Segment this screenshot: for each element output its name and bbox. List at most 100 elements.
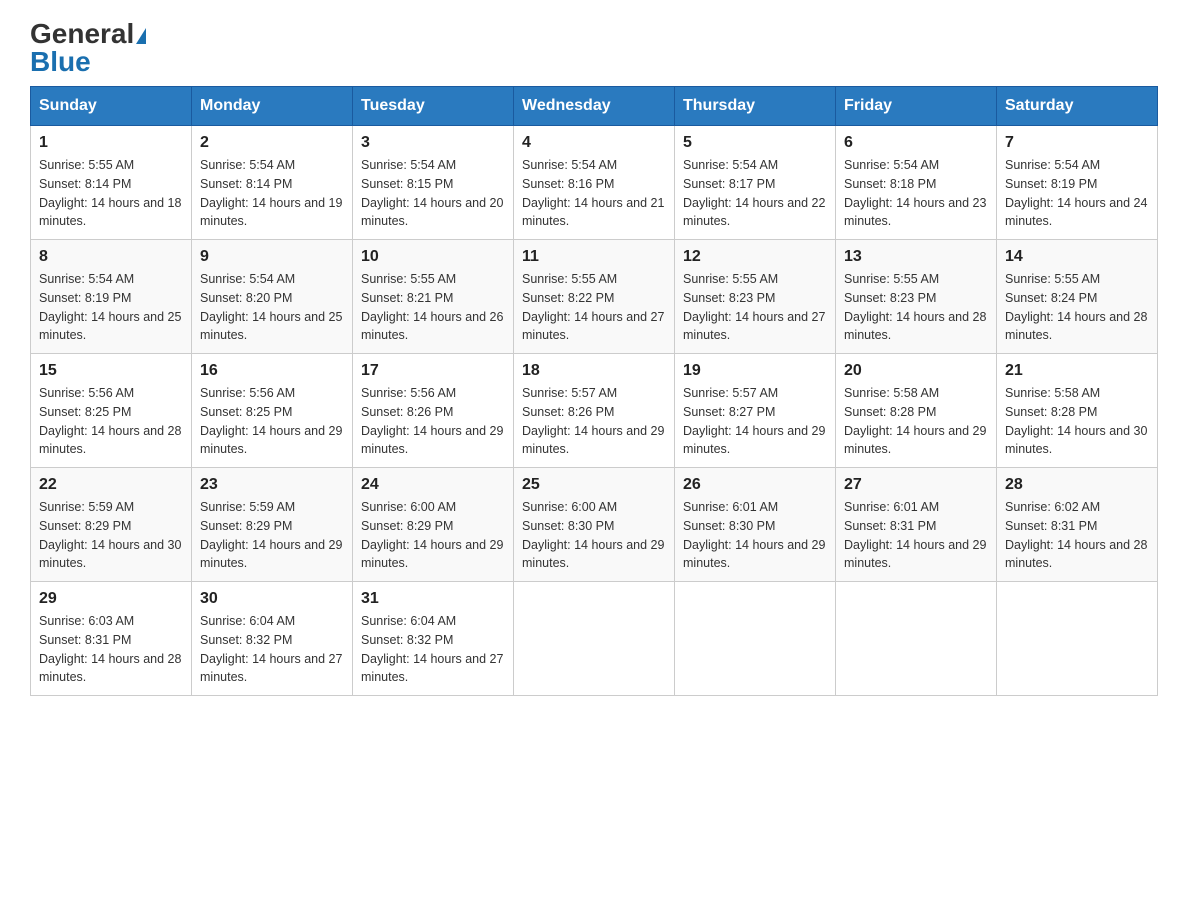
day-info: Sunrise: 5:54 AMSunset: 8:15 PMDaylight:… xyxy=(361,158,503,228)
day-info: Sunrise: 5:54 AMSunset: 8:16 PMDaylight:… xyxy=(522,158,664,228)
day-number: 6 xyxy=(844,134,988,152)
logo-general-text: General xyxy=(30,20,146,48)
calendar-cell: 15 Sunrise: 5:56 AMSunset: 8:25 PMDaylig… xyxy=(31,354,192,468)
day-info: Sunrise: 5:54 AMSunset: 8:19 PMDaylight:… xyxy=(1005,158,1147,228)
day-number: 21 xyxy=(1005,362,1149,380)
day-number: 28 xyxy=(1005,476,1149,494)
calendar-cell: 12 Sunrise: 5:55 AMSunset: 8:23 PMDaylig… xyxy=(675,240,836,354)
day-info: Sunrise: 5:55 AMSunset: 8:24 PMDaylight:… xyxy=(1005,272,1147,342)
calendar-week-row: 15 Sunrise: 5:56 AMSunset: 8:25 PMDaylig… xyxy=(31,354,1158,468)
day-info: Sunrise: 5:58 AMSunset: 8:28 PMDaylight:… xyxy=(1005,386,1147,456)
calendar-cell: 21 Sunrise: 5:58 AMSunset: 8:28 PMDaylig… xyxy=(997,354,1158,468)
day-info: Sunrise: 5:55 AMSunset: 8:23 PMDaylight:… xyxy=(683,272,825,342)
day-number: 14 xyxy=(1005,248,1149,266)
weekday-header-row: SundayMondayTuesdayWednesdayThursdayFrid… xyxy=(31,87,1158,126)
calendar-cell: 27 Sunrise: 6:01 AMSunset: 8:31 PMDaylig… xyxy=(836,468,997,582)
day-info: Sunrise: 5:54 AMSunset: 8:20 PMDaylight:… xyxy=(200,272,342,342)
day-number: 17 xyxy=(361,362,505,380)
day-number: 8 xyxy=(39,248,183,266)
day-info: Sunrise: 6:00 AMSunset: 8:30 PMDaylight:… xyxy=(522,500,664,570)
calendar-cell: 9 Sunrise: 5:54 AMSunset: 8:20 PMDayligh… xyxy=(192,240,353,354)
calendar-cell xyxy=(514,582,675,696)
calendar-cell: 6 Sunrise: 5:54 AMSunset: 8:18 PMDayligh… xyxy=(836,126,997,240)
day-number: 5 xyxy=(683,134,827,152)
calendar-cell: 23 Sunrise: 5:59 AMSunset: 8:29 PMDaylig… xyxy=(192,468,353,582)
weekday-header-monday: Monday xyxy=(192,87,353,126)
calendar-week-row: 22 Sunrise: 5:59 AMSunset: 8:29 PMDaylig… xyxy=(31,468,1158,582)
calendar-cell xyxy=(997,582,1158,696)
day-number: 27 xyxy=(844,476,988,494)
day-number: 31 xyxy=(361,590,505,608)
calendar-cell: 14 Sunrise: 5:55 AMSunset: 8:24 PMDaylig… xyxy=(997,240,1158,354)
day-number: 3 xyxy=(361,134,505,152)
calendar-cell: 24 Sunrise: 6:00 AMSunset: 8:29 PMDaylig… xyxy=(353,468,514,582)
day-number: 11 xyxy=(522,248,666,266)
calendar-cell: 26 Sunrise: 6:01 AMSunset: 8:30 PMDaylig… xyxy=(675,468,836,582)
weekday-header-tuesday: Tuesday xyxy=(353,87,514,126)
logo-triangle-icon xyxy=(136,28,146,44)
page-header: General Blue xyxy=(30,20,1158,76)
day-number: 12 xyxy=(683,248,827,266)
day-number: 2 xyxy=(200,134,344,152)
calendar-cell: 16 Sunrise: 5:56 AMSunset: 8:25 PMDaylig… xyxy=(192,354,353,468)
calendar-cell: 22 Sunrise: 5:59 AMSunset: 8:29 PMDaylig… xyxy=(31,468,192,582)
calendar-cell: 11 Sunrise: 5:55 AMSunset: 8:22 PMDaylig… xyxy=(514,240,675,354)
calendar-cell: 4 Sunrise: 5:54 AMSunset: 8:16 PMDayligh… xyxy=(514,126,675,240)
calendar-cell: 20 Sunrise: 5:58 AMSunset: 8:28 PMDaylig… xyxy=(836,354,997,468)
calendar-cell: 31 Sunrise: 6:04 AMSunset: 8:32 PMDaylig… xyxy=(353,582,514,696)
day-number: 10 xyxy=(361,248,505,266)
day-info: Sunrise: 6:03 AMSunset: 8:31 PMDaylight:… xyxy=(39,614,181,684)
logo: General Blue xyxy=(30,20,146,76)
day-info: Sunrise: 5:55 AMSunset: 8:21 PMDaylight:… xyxy=(361,272,503,342)
day-info: Sunrise: 6:04 AMSunset: 8:32 PMDaylight:… xyxy=(200,614,342,684)
weekday-header-friday: Friday xyxy=(836,87,997,126)
logo-blue-text: Blue xyxy=(30,48,91,76)
day-info: Sunrise: 5:59 AMSunset: 8:29 PMDaylight:… xyxy=(39,500,181,570)
day-number: 15 xyxy=(39,362,183,380)
day-info: Sunrise: 5:55 AMSunset: 8:23 PMDaylight:… xyxy=(844,272,986,342)
calendar-cell: 1 Sunrise: 5:55 AMSunset: 8:14 PMDayligh… xyxy=(31,126,192,240)
day-info: Sunrise: 5:54 AMSunset: 8:18 PMDaylight:… xyxy=(844,158,986,228)
day-info: Sunrise: 5:55 AMSunset: 8:22 PMDaylight:… xyxy=(522,272,664,342)
calendar-week-row: 29 Sunrise: 6:03 AMSunset: 8:31 PMDaylig… xyxy=(31,582,1158,696)
calendar-cell: 18 Sunrise: 5:57 AMSunset: 8:26 PMDaylig… xyxy=(514,354,675,468)
day-info: Sunrise: 6:00 AMSunset: 8:29 PMDaylight:… xyxy=(361,500,503,570)
day-number: 1 xyxy=(39,134,183,152)
day-number: 30 xyxy=(200,590,344,608)
calendar-cell: 10 Sunrise: 5:55 AMSunset: 8:21 PMDaylig… xyxy=(353,240,514,354)
calendar-cell: 30 Sunrise: 6:04 AMSunset: 8:32 PMDaylig… xyxy=(192,582,353,696)
weekday-header-saturday: Saturday xyxy=(997,87,1158,126)
day-number: 20 xyxy=(844,362,988,380)
calendar-cell: 29 Sunrise: 6:03 AMSunset: 8:31 PMDaylig… xyxy=(31,582,192,696)
day-number: 25 xyxy=(522,476,666,494)
day-number: 13 xyxy=(844,248,988,266)
day-number: 29 xyxy=(39,590,183,608)
day-info: Sunrise: 5:54 AMSunset: 8:19 PMDaylight:… xyxy=(39,272,181,342)
calendar-cell: 13 Sunrise: 5:55 AMSunset: 8:23 PMDaylig… xyxy=(836,240,997,354)
day-info: Sunrise: 5:56 AMSunset: 8:26 PMDaylight:… xyxy=(361,386,503,456)
day-info: Sunrise: 5:55 AMSunset: 8:14 PMDaylight:… xyxy=(39,158,181,228)
calendar-cell: 5 Sunrise: 5:54 AMSunset: 8:17 PMDayligh… xyxy=(675,126,836,240)
day-info: Sunrise: 5:57 AMSunset: 8:26 PMDaylight:… xyxy=(522,386,664,456)
calendar-cell: 7 Sunrise: 5:54 AMSunset: 8:19 PMDayligh… xyxy=(997,126,1158,240)
day-number: 18 xyxy=(522,362,666,380)
calendar-cell xyxy=(675,582,836,696)
day-info: Sunrise: 5:56 AMSunset: 8:25 PMDaylight:… xyxy=(39,386,181,456)
calendar-cell: 25 Sunrise: 6:00 AMSunset: 8:30 PMDaylig… xyxy=(514,468,675,582)
calendar-cell: 19 Sunrise: 5:57 AMSunset: 8:27 PMDaylig… xyxy=(675,354,836,468)
calendar-table: SundayMondayTuesdayWednesdayThursdayFrid… xyxy=(30,86,1158,696)
day-number: 16 xyxy=(200,362,344,380)
weekday-header-thursday: Thursday xyxy=(675,87,836,126)
calendar-week-row: 8 Sunrise: 5:54 AMSunset: 8:19 PMDayligh… xyxy=(31,240,1158,354)
calendar-cell: 3 Sunrise: 5:54 AMSunset: 8:15 PMDayligh… xyxy=(353,126,514,240)
day-info: Sunrise: 6:04 AMSunset: 8:32 PMDaylight:… xyxy=(361,614,503,684)
day-info: Sunrise: 6:02 AMSunset: 8:31 PMDaylight:… xyxy=(1005,500,1147,570)
calendar-week-row: 1 Sunrise: 5:55 AMSunset: 8:14 PMDayligh… xyxy=(31,126,1158,240)
day-number: 19 xyxy=(683,362,827,380)
day-info: Sunrise: 5:56 AMSunset: 8:25 PMDaylight:… xyxy=(200,386,342,456)
day-info: Sunrise: 5:57 AMSunset: 8:27 PMDaylight:… xyxy=(683,386,825,456)
calendar-cell: 28 Sunrise: 6:02 AMSunset: 8:31 PMDaylig… xyxy=(997,468,1158,582)
day-info: Sunrise: 5:58 AMSunset: 8:28 PMDaylight:… xyxy=(844,386,986,456)
calendar-cell: 2 Sunrise: 5:54 AMSunset: 8:14 PMDayligh… xyxy=(192,126,353,240)
day-info: Sunrise: 5:54 AMSunset: 8:14 PMDaylight:… xyxy=(200,158,342,228)
